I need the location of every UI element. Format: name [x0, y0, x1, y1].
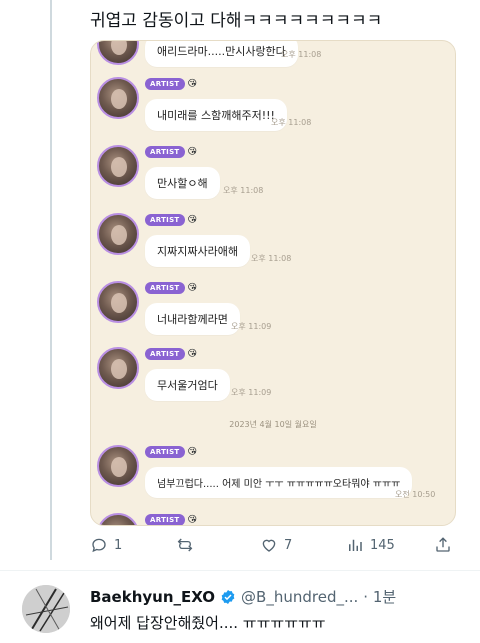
- avatar-image: [22, 585, 70, 633]
- chat-time: 오후 11:08: [223, 186, 264, 195]
- artist-avatar: [97, 41, 139, 65]
- reply-icon: [92, 538, 106, 553]
- thread-line: [50, 0, 52, 560]
- reply-author-handle[interactable]: @B_hundred_...: [241, 588, 358, 606]
- reply-button[interactable]: 1: [90, 536, 122, 554]
- artist-avatar: [97, 513, 139, 525]
- kiss-emoji-icon: 😘: [187, 214, 197, 225]
- kiss-emoji-icon: 😘: [187, 78, 197, 89]
- views-button[interactable]: 145: [346, 536, 395, 554]
- like-button[interactable]: 7: [260, 536, 292, 554]
- chat-time: 오후 11:09: [231, 322, 272, 331]
- chat-bubble: 넘부끄럽다..... 어제 미안 ㅜㅜ ㅠㅠㅠㅠㅠ오타뭐야 ㅠㅠㅠ: [145, 467, 413, 498]
- artist-avatar: [97, 281, 139, 323]
- views-chart-icon: [349, 539, 362, 551]
- artist-badge-row: ARTIST 😘: [145, 445, 197, 459]
- reply-author-name[interactable]: Baekhyun_EXO: [90, 588, 215, 606]
- artist-avatar: [97, 445, 139, 487]
- tweet-text: 귀엽고 감동이고 다해ㅋㅋㅋㅋㅋㅋㅋㅋㅋ: [90, 11, 383, 31]
- chat-time: 오전 10:50: [395, 490, 436, 499]
- artist-badge-row: ARTIST 😘: [145, 213, 197, 227]
- chat-bubble: 만사할ㅇ해: [145, 167, 220, 199]
- tweet-action-bar: 1 7 145: [90, 536, 456, 562]
- artist-badge: ARTIST: [145, 146, 185, 158]
- reply-text: 왜어제 답장안해줬어.... ㅠㅠㅠㅠㅠㅠ: [90, 614, 326, 632]
- artist-badge: ARTIST: [145, 78, 185, 90]
- chat-time: 오후 11:08: [271, 118, 312, 127]
- chat-time: 오후 11:09: [231, 388, 272, 397]
- kiss-emoji-icon: 😘: [187, 146, 197, 157]
- like-count: 7: [284, 537, 293, 553]
- reply-avatar[interactable]: [22, 585, 70, 633]
- artist-badge: ARTIST: [145, 348, 185, 360]
- share-button[interactable]: [434, 536, 452, 554]
- verified-badge-icon: [221, 589, 235, 604]
- chat-bubble: 지짜지짜사라애해: [145, 235, 250, 267]
- reply-header: Baekhyun_EXO @B_hundred_... · 1분: [90, 586, 396, 607]
- kiss-emoji-icon: 😘: [187, 348, 197, 359]
- artist-badge-row: ARTIST 😘: [145, 281, 197, 295]
- kiss-emoji-icon: 😘: [187, 282, 197, 293]
- kiss-emoji-icon: 😘: [187, 514, 197, 525]
- divider: [0, 570, 480, 571]
- artist-badge: ARTIST: [145, 214, 185, 226]
- chat-bubble: 애리드라마.....만시사랑한다: [145, 41, 298, 67]
- heart-icon: [262, 539, 276, 552]
- artist-badge: ARTIST: [145, 514, 185, 525]
- chat-time: 오후 11:08: [281, 50, 322, 59]
- artist-badge-row: ARTIST 😘: [145, 513, 197, 525]
- artist-badge-row: ARTIST 😘: [145, 77, 197, 91]
- artist-avatar: [97, 213, 139, 255]
- artist-badge-row: ARTIST 😘: [145, 347, 197, 361]
- chat-time: 오후 11:08: [251, 254, 292, 263]
- chat-bubble: 내미래를 스함깨해주저!!!: [145, 99, 287, 131]
- retweet-button[interactable]: [176, 536, 200, 554]
- share-icon: [436, 537, 450, 552]
- kiss-emoji-icon: 😘: [187, 446, 197, 457]
- artist-badge: ARTIST: [145, 282, 185, 294]
- artist-avatar: [97, 347, 139, 389]
- artist-avatar: [97, 77, 139, 119]
- retweet-icon: [177, 538, 193, 552]
- chat-bubble: 무서울거엄다: [145, 369, 230, 401]
- views-count: 145: [370, 537, 395, 553]
- chat-bubble: 너내라함께라면: [145, 303, 240, 335]
- reply-count: 1: [114, 537, 123, 553]
- artist-badge: ARTIST: [145, 446, 185, 458]
- artist-avatar: [97, 145, 139, 187]
- reply-timestamp[interactable]: · 1분: [363, 586, 396, 607]
- tweet-media-image[interactable]: 애리드라마.....만시사랑한다 오후 11:08 ARTIST 😘 내미래를 …: [90, 40, 456, 526]
- artist-badge-row: ARTIST 😘: [145, 145, 197, 159]
- date-separator: 2023년 4월 10일 월요일: [229, 420, 317, 429]
